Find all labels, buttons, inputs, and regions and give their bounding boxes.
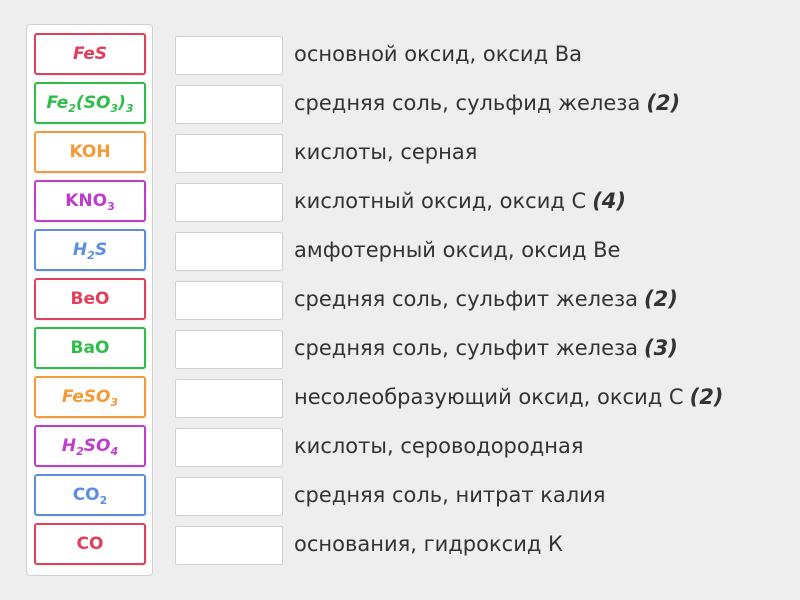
drop-slot-2[interactable]: [175, 85, 283, 124]
label-text: средняя соль, сульфид железа: [294, 91, 641, 115]
drop-slot-7[interactable]: [175, 330, 283, 369]
label-text: средняя соль, сульфит железа: [294, 287, 639, 311]
match-label-11: основания, гидроксид К: [294, 524, 563, 564]
formula-text: FeS: [72, 44, 108, 64]
formula-text: CO2: [72, 485, 108, 507]
formula-text: H2SO4: [61, 436, 119, 458]
label-text: несолеобразующий оксид, оксид С: [294, 385, 684, 409]
label-text: кислотный оксид, оксид С: [294, 189, 587, 213]
match-label-2: средняя соль, сульфид железа (2): [294, 83, 680, 123]
tile-fe2so33[interactable]: Fe2(SO3)3: [34, 82, 146, 124]
tile-koh[interactable]: KOH: [34, 131, 146, 173]
drop-slot-5[interactable]: [175, 232, 283, 271]
formula-text: BaO: [70, 338, 110, 358]
drop-slot-6[interactable]: [175, 281, 283, 320]
label-suffix: (3): [644, 336, 678, 360]
match-label-9: кислоты, сероводородная: [294, 426, 583, 466]
label-text: амфотерный оксид, оксид Be: [294, 238, 621, 262]
tile-h2so4[interactable]: H2SO4: [34, 425, 146, 467]
formula-text: KOH: [69, 142, 111, 162]
match-label-1: основной оксид, оксид Ba: [294, 34, 582, 74]
match-label-7: средняя соль, сульфит железа (3): [294, 328, 678, 368]
drop-slot-1[interactable]: [175, 36, 283, 75]
formula-text: KNO3: [65, 191, 115, 213]
match-label-3: кислоты, серная: [294, 132, 477, 172]
drop-slot-10[interactable]: [175, 477, 283, 516]
tile-feso3[interactable]: FeSO3: [34, 376, 146, 418]
formula-text: CO: [76, 534, 104, 554]
match-label-10: средняя соль, нитрат калия: [294, 475, 606, 515]
label-text: кислоты, сероводородная: [294, 434, 584, 458]
drop-slot-3[interactable]: [175, 134, 283, 173]
tile-kno3[interactable]: KNO3: [34, 180, 146, 222]
drop-slot-11[interactable]: [175, 526, 283, 565]
label-text: средняя соль, сульфит железа: [294, 336, 639, 360]
tile-co2[interactable]: CO2: [34, 474, 146, 516]
match-label-5: амфотерный оксид, оксид Be: [294, 230, 620, 270]
drop-slot-4[interactable]: [175, 183, 283, 222]
formula-text: BeO: [70, 289, 110, 309]
label-suffix: (2): [689, 385, 724, 409]
label-text: кислоты, серная: [294, 140, 478, 164]
label-suffix: (4): [592, 189, 627, 213]
formula-text: H2S: [72, 240, 108, 262]
drop-slot-8[interactable]: [175, 379, 283, 418]
label-text: основной оксид, оксид Ba: [294, 42, 583, 66]
tile-co[interactable]: CO: [34, 523, 146, 565]
label-suffix: (2): [646, 91, 681, 115]
label-text: основания, гидроксид К: [294, 532, 563, 556]
tile-beo[interactable]: BeO: [34, 278, 146, 320]
tile-bao[interactable]: BaO: [34, 327, 146, 369]
label-text: средняя соль, нитрат калия: [294, 483, 606, 507]
formula-text: Fe2(SO3)3: [46, 93, 134, 115]
match-label-8: несолеобразующий оксид, оксид С (2): [294, 377, 723, 417]
tile-fes[interactable]: FeS: [34, 33, 146, 75]
tile-h2s[interactable]: H2S: [34, 229, 146, 271]
formula-text: FeSO3: [61, 387, 119, 409]
match-label-4: кислотный оксид, оксид С (4): [294, 181, 626, 221]
drop-slot-9[interactable]: [175, 428, 283, 467]
match-label-6: средняя соль, сульфит железа (2): [294, 279, 678, 319]
label-suffix: (2): [644, 287, 678, 311]
